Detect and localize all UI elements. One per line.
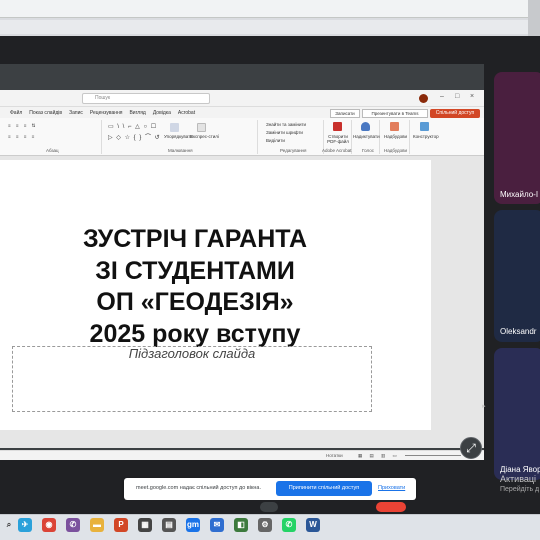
- powerpoint-icon[interactable]: P: [114, 518, 128, 532]
- mail-icon[interactable]: ✉: [210, 518, 224, 532]
- paragraph-group-label: Абзац: [46, 148, 59, 153]
- subtitle-placeholder: Підзаголовок слайда: [128, 346, 256, 361]
- quick-styles-button[interactable]: Експрес-стилі: [190, 134, 219, 139]
- shapes-gallery-row2[interactable]: ▷ ◇ ☆ { } ⌒ ↺: [108, 132, 161, 141]
- apps-icon[interactable]: ▦: [138, 518, 152, 532]
- participant-tile[interactable]: Михайло-І: [494, 72, 540, 204]
- maximize-icon[interactable]: □: [455, 93, 459, 100]
- ppt-share-button[interactable]: Спільний доступ: [430, 109, 480, 118]
- slide-title-line: ЗУСТРІЧ ГАРАНТА: [82, 225, 308, 253]
- browser-scrollbar[interactable]: [528, 0, 540, 36]
- participant-tile[interactable]: Oleksandr: [494, 210, 540, 342]
- designer-button[interactable]: Конструктор: [413, 134, 439, 139]
- ppt-title-bar: [0, 90, 484, 107]
- align-tools[interactable]: ≡ ≡ ≡ ≡: [8, 134, 36, 139]
- menu-item[interactable]: Показ слайдів: [29, 110, 62, 116]
- shapes-gallery[interactable]: ▭ \ \ ⌐ △ ○ ☐: [108, 123, 157, 130]
- meet-controls: [0, 500, 540, 514]
- menu-item[interactable]: Рецензування: [90, 110, 123, 116]
- share-notice-text: meet.google.com надає спільний доступ до…: [136, 485, 261, 491]
- menu-item[interactable]: Запис: [69, 110, 83, 116]
- participant-name: Михайло-І: [500, 190, 539, 199]
- addins-group-label: Надбудови: [384, 148, 407, 153]
- present-teams-button[interactable]: Презентувати в Teams: [362, 109, 428, 118]
- designer-icon[interactable]: [420, 122, 429, 131]
- activation-subtext: Перейдіть д: [500, 486, 540, 493]
- view-buttons[interactable]: ▦ ▤ ▥ ▭: [358, 453, 400, 459]
- quick-styles-icon[interactable]: [197, 123, 206, 132]
- dictate-button[interactable]: Надиктувати: [353, 134, 380, 139]
- word-icon[interactable]: W: [306, 518, 320, 532]
- voice-group-label: Голос: [362, 148, 374, 153]
- slide-title-line: ЗІ СТУДЕНТАМИ: [95, 256, 295, 285]
- expand-icon[interactable]: ⤢: [460, 437, 482, 459]
- browser-chrome: [0, 0, 540, 36]
- menu-item[interactable]: Вигляд: [129, 110, 145, 116]
- telegram-icon[interactable]: ✈: [18, 518, 32, 532]
- chat-icon[interactable]: ◧: [234, 518, 248, 532]
- stop-sharing-button[interactable]: Припинити спільний доступ: [276, 481, 372, 496]
- search-icon[interactable]: ⌕: [2, 518, 16, 532]
- addins-button[interactable]: Надбудови: [384, 134, 407, 139]
- whatsapp-icon[interactable]: ✆: [282, 518, 296, 532]
- record-button[interactable]: Записати: [330, 109, 360, 118]
- replace-fonts-button[interactable]: Замінити шрифти: [266, 130, 303, 135]
- viber-icon[interactable]: ✆: [66, 518, 80, 532]
- browser-address-strip: [0, 20, 528, 34]
- select-button[interactable]: Виділити: [266, 138, 285, 143]
- slide-title[interactable]: ЗУСТРІЧ ГАРАНТА ЗІ СТУДЕНТАМИ ОП «ГЕОДЕЗ…: [40, 224, 350, 350]
- ppt-status-bar: Нотатки ▦ ▤ ▥ ▭: [0, 450, 484, 460]
- file-explorer-icon[interactable]: ▬: [90, 518, 104, 532]
- participant-tile[interactable]: Діана Явор: [494, 348, 540, 480]
- zoom-slider[interactable]: [405, 455, 461, 456]
- menu-item[interactable]: Довідка: [153, 110, 171, 116]
- activation-text: Активаці: [500, 474, 537, 484]
- meet-control-button[interactable]: [260, 502, 278, 512]
- menu-item[interactable]: Файл: [10, 110, 22, 116]
- adobe-group-label: Adobe Acrobat: [322, 148, 352, 153]
- avatar[interactable]: [419, 94, 428, 103]
- meet-icon[interactable]: gm: [186, 518, 200, 532]
- drawing-group-label: Малювання: [168, 148, 193, 153]
- arrange-icon[interactable]: [170, 123, 179, 132]
- minimize-icon[interactable]: –: [440, 93, 444, 100]
- ppt-search-input[interactable]: Пошук: [82, 93, 210, 104]
- find-replace-button[interactable]: Знайти та замінити: [266, 122, 306, 127]
- calculator-icon[interactable]: ▤: [162, 518, 176, 532]
- create-pdf-icon[interactable]: [333, 122, 342, 131]
- close-icon[interactable]: ×: [470, 93, 474, 100]
- hide-link[interactable]: Приховати: [378, 485, 405, 491]
- slide-title-line: ОП «ГЕОДЕЗІЯ»: [96, 288, 294, 316]
- menu-item[interactable]: Acrobat: [178, 110, 195, 116]
- browser-tab-bar: [0, 0, 528, 18]
- microphone-icon[interactable]: [361, 122, 370, 131]
- addins-icon[interactable]: [390, 122, 399, 131]
- editing-group-label: Редагування: [280, 148, 307, 153]
- chrome-icon[interactable]: ◉: [42, 518, 56, 532]
- create-pdf-button[interactable]: Створити PDF-файл: [325, 134, 351, 144]
- settings-icon[interactable]: ⚙: [258, 518, 272, 532]
- paragraph-tools[interactable]: ≡ ≡ ≡ ⇅: [8, 123, 37, 129]
- participant-name: Oleksandr: [500, 327, 537, 336]
- participant-name: Діана Явор: [500, 465, 540, 474]
- leave-call-button[interactable]: [376, 502, 406, 512]
- arrange-button[interactable]: Упорядкувати: [164, 134, 193, 139]
- cursor-icon: ▸: [482, 403, 486, 410]
- notes-button[interactable]: Нотатки: [326, 453, 343, 458]
